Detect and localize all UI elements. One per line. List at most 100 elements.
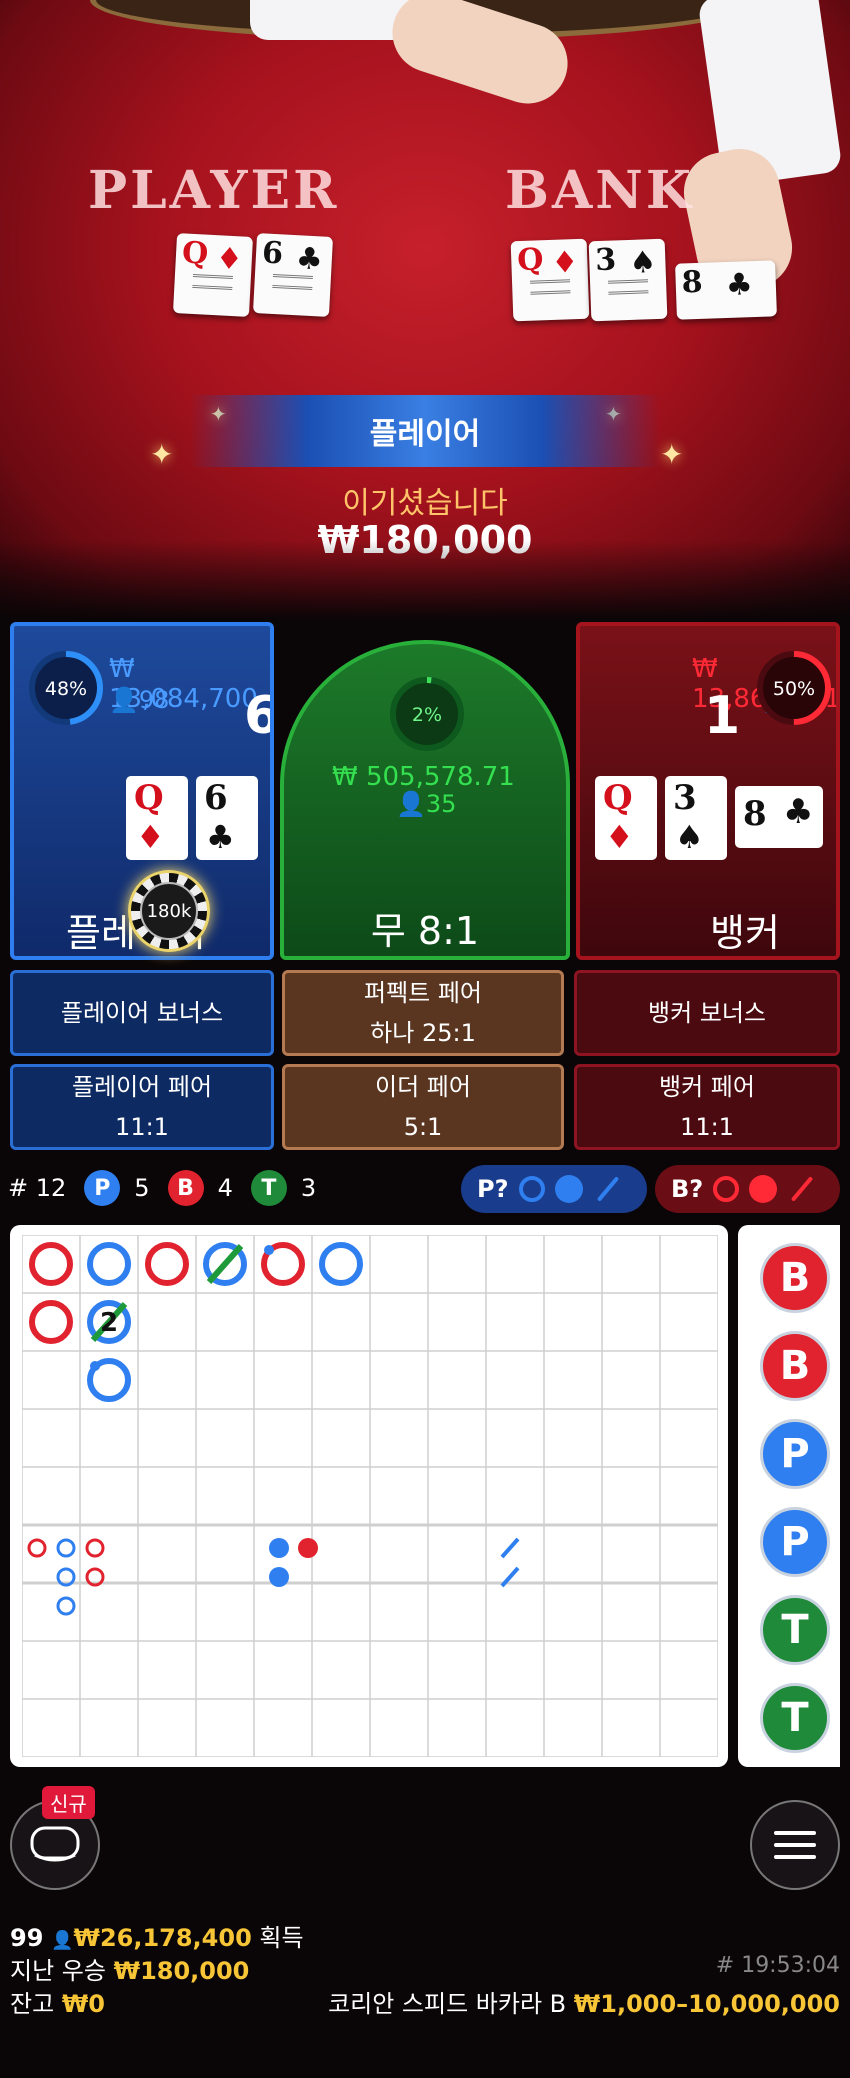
ask-player-button[interactable]: P?: [461, 1165, 647, 1213]
big-eye-red: [27, 1538, 47, 1558]
big-road-banker: [29, 1300, 73, 1344]
banker-label: 뱅커: [710, 911, 780, 955]
tie-pct-ring: 2%: [390, 677, 464, 751]
tie-bet-amount: ₩ 505,578.71: [332, 762, 515, 792]
big-road-banker: [145, 1242, 189, 1286]
banker-pair-button[interactable]: 뱅커 페어 11:1: [574, 1064, 840, 1150]
total-won: ₩26,178,400: [73, 1924, 252, 1952]
perfect-pair-button[interactable]: 퍼펙트 페어 하나 25:1: [282, 970, 564, 1056]
bead-player: P: [760, 1419, 830, 1489]
placed-chip: 180k: [128, 870, 210, 952]
svg-text:48%: 48%: [45, 678, 87, 700]
table-player-card-1: Q ♦: [172, 233, 254, 317]
round-id: # 19:53:04: [715, 1953, 840, 1978]
tie-bet-spot[interactable]: 2% ₩ 505,578.71 👤35 무 8:1: [280, 640, 570, 960]
bead-tie: T: [760, 1595, 830, 1665]
tie-label: 무 8:1: [370, 909, 480, 953]
new-badge: 신규: [42, 1786, 95, 1819]
player-card-1: Q ♦: [126, 776, 188, 860]
banker-card-3: 8 ♣: [735, 786, 823, 848]
tie-bettor-count: 👤35: [396, 790, 457, 818]
banker-bet-spot[interactable]: ₩ 13,864,191 👤53 50% 1 Q♦ 3♠ 8♣ 뱅커: [576, 622, 840, 960]
player-total: 6: [244, 686, 270, 746]
tie-wins-icon: T: [250, 1170, 287, 1206]
filled-circle-icon: [554, 1175, 583, 1203]
small-road-blue: [269, 1567, 289, 1587]
menu-button[interactable]: [750, 1800, 840, 1890]
big-road-player: [319, 1242, 363, 1286]
either-pair-button[interactable]: 이더 페어 5:1: [282, 1064, 564, 1150]
cockroach-blue: [500, 1537, 520, 1559]
banker-pct-ring: 50%: [757, 651, 831, 725]
game-name: 코리안 스피드 바카라 B: [328, 1990, 567, 2018]
table-player-label: PLAYER: [88, 160, 340, 221]
banker-bonus-button[interactable]: 뱅커 보너스: [574, 970, 840, 1056]
table-banker-card-3: 8 ♣: [675, 260, 777, 320]
tie-count: 2: [100, 1308, 118, 1338]
banker-total: 1: [704, 686, 741, 746]
last-win-row: 지난 우승 ₩180,000: [10, 1957, 250, 1985]
round-count: # 12: [8, 1174, 67, 1202]
live-video-stream: PLAYER BANK Q♦ 6♣ Q♦ 3♠ 8♣ ✦ ✦ ✦ ✦ 플레이어 …: [0, 0, 850, 620]
online-count: 99: [10, 1924, 44, 1952]
big-eye-blue: [56, 1538, 76, 1558]
dealer-sleeve-left: [250, 0, 410, 40]
balance-amount: ₩0: [61, 1990, 105, 2018]
last-win-amount: ₩180,000: [113, 1957, 250, 1985]
balance-row: 잔고 ₩0: [10, 1990, 105, 2018]
player-card-2: 6 ♣: [196, 776, 258, 860]
svg-text:2%: 2%: [412, 704, 442, 726]
hollow-circle-icon: [518, 1176, 545, 1202]
big-eye-blue: [56, 1596, 76, 1616]
winner-banner: 플레이어: [190, 395, 660, 467]
player-bettor-count: 👤98: [109, 686, 170, 714]
player-wins-icon: P: [84, 1170, 121, 1206]
bead-banker: B: [760, 1243, 830, 1313]
pair-dot: [90, 1361, 100, 1371]
user-icon: 👤: [396, 790, 426, 818]
table-player-card-2: 6 ♣: [252, 233, 334, 317]
player-bonus-button[interactable]: 플레이어 보너스: [10, 970, 274, 1056]
player-wins-count: 5: [134, 1174, 150, 1202]
bead-tie: T: [760, 1683, 830, 1753]
pair-dot: [264, 1245, 274, 1255]
big-road-player: [87, 1242, 131, 1286]
table-banker-card-1: Q ♦: [510, 238, 590, 322]
tie-wins-count: 3: [300, 1174, 317, 1202]
banker-card-2: 3 ♠: [665, 776, 727, 860]
banker-card-1: Q ♦: [595, 776, 657, 860]
slash-icon: [596, 1176, 619, 1202]
filled-circle-icon: [749, 1175, 778, 1203]
player-pair-button[interactable]: 플레이어 페어 11:1: [10, 1064, 274, 1150]
slash-icon: [791, 1176, 814, 1202]
table-banker-card-2: 3 ♠: [588, 238, 668, 322]
hamburger-menu-icon: [774, 1831, 816, 1859]
win-message: 이기셨습니다: [342, 486, 508, 521]
bead-banker: B: [760, 1331, 830, 1401]
small-road-red: [298, 1538, 318, 1558]
svg-text:50%: 50%: [773, 678, 815, 700]
bead-player: P: [760, 1507, 830, 1577]
small-road-blue: [269, 1538, 289, 1558]
sparkle-icon: ✦: [150, 438, 174, 471]
chat-bubble-icon: [30, 1826, 80, 1862]
user-icon: 👤: [109, 686, 139, 714]
banker-wins-icon: B: [167, 1170, 204, 1206]
bet-limits: ₩1,000–10,000,000: [573, 1990, 840, 2018]
table-banker-label: BANK: [505, 160, 695, 221]
online-and-winnings: 99 👤₩26,178,400 획득: [10, 1918, 304, 1953]
round-stats: # 12 P 5 B 4 T 3: [8, 1163, 316, 1213]
ask-banker-button[interactable]: B?: [655, 1165, 840, 1213]
sparkle-icon: ✦: [660, 438, 684, 471]
player-pct-ring: 48%: [29, 651, 103, 725]
scoreboard-roads[interactable]: 2: [10, 1225, 728, 1767]
big-road-grid: 2: [22, 1235, 718, 1757]
won-label: 획득: [259, 1924, 304, 1952]
big-road-banker: [29, 1242, 73, 1286]
bead-road[interactable]: B B P P T T: [738, 1225, 840, 1767]
banker-wins-count: 4: [217, 1174, 233, 1202]
hollow-circle-icon: [713, 1176, 740, 1202]
game-info: 코리안 스피드 바카라 B ₩1,000–10,000,000: [328, 1984, 840, 2019]
user-icon: 👤: [51, 1930, 74, 1951]
big-eye-red: [85, 1538, 105, 1558]
